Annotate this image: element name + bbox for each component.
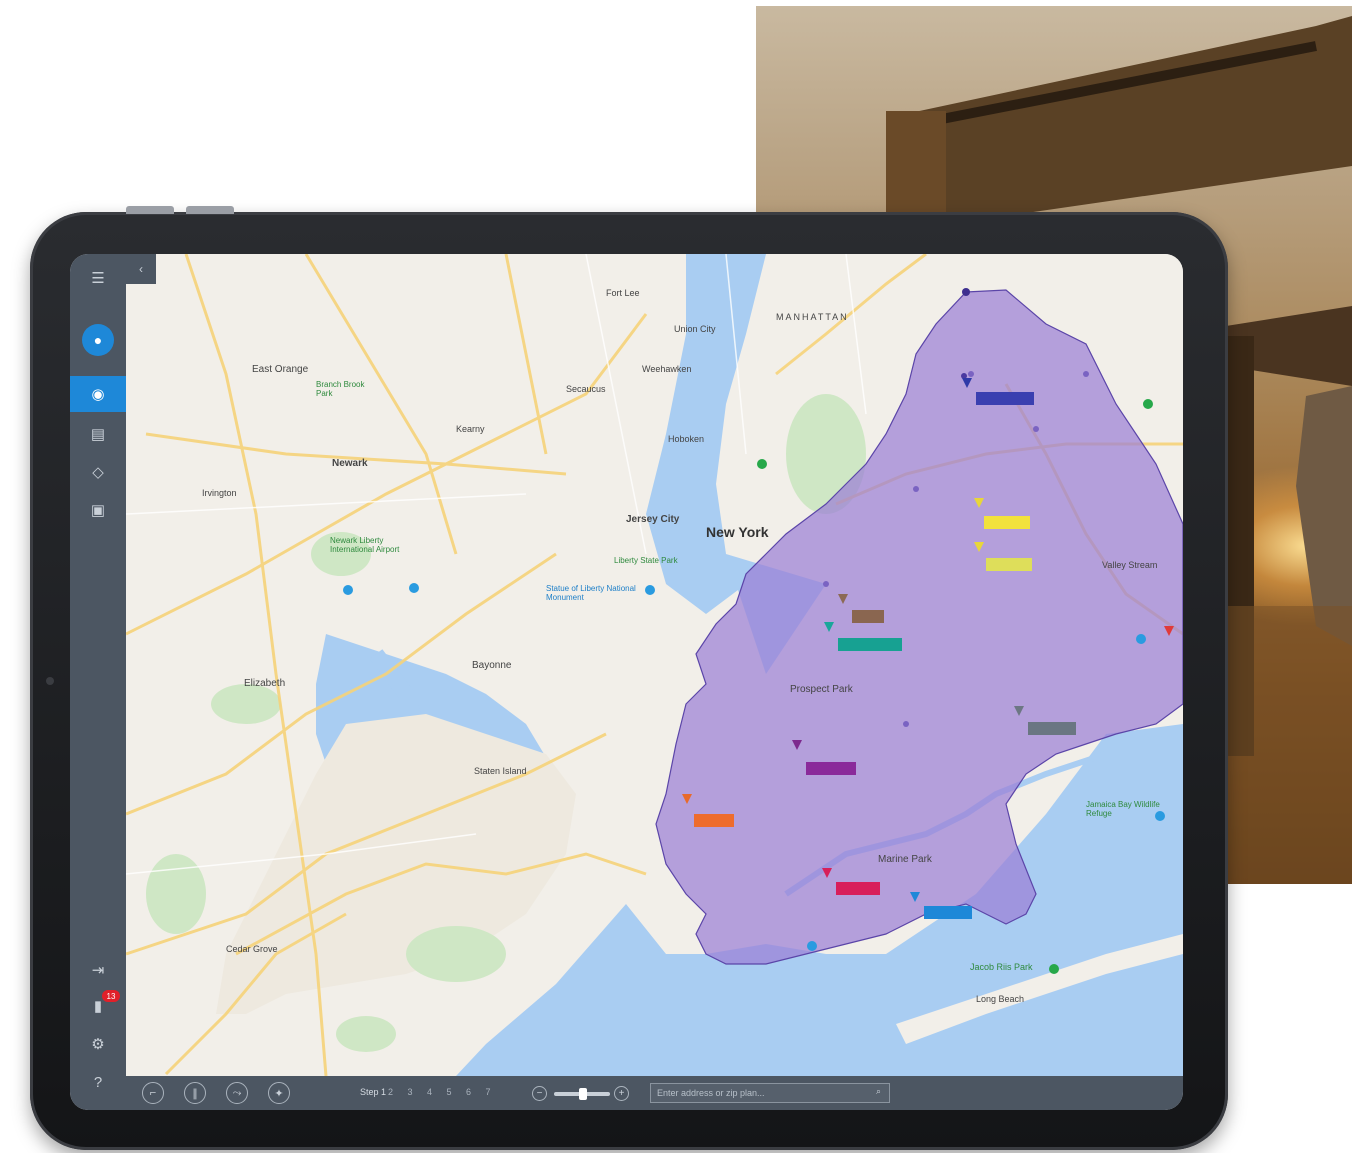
- zoom-in-button[interactable]: +: [614, 1086, 629, 1101]
- zone-tag[interactable]: [852, 610, 884, 623]
- zone-pin[interactable]: [974, 498, 984, 508]
- map-label: Elizabeth: [244, 678, 286, 689]
- bottom-toolbar: ⌐ ∥ ⤳ ✦ Step 1 2 3 4 5 6 7 − + Enter add…: [126, 1076, 1183, 1110]
- zone-pin[interactable]: [682, 794, 692, 804]
- lightbulb-icon[interactable]: ✦: [268, 1082, 290, 1104]
- zone-pin[interactable]: [1164, 626, 1174, 636]
- menu-icon[interactable]: ☰: [70, 260, 126, 296]
- zone-pin[interactable]: [822, 868, 832, 878]
- map-label: Hoboken: [668, 434, 705, 444]
- zone-tag[interactable]: [924, 906, 972, 919]
- zone-pin[interactable]: [910, 892, 920, 902]
- map-label: Staten Island: [474, 766, 527, 776]
- step-selector[interactable]: 2 3 4 5 6 7: [388, 1087, 497, 1097]
- notification-badge: 13: [102, 990, 120, 1002]
- zone-pin[interactable]: [974, 542, 984, 552]
- map-label: Branch Brook Park: [316, 380, 365, 398]
- zone-pin[interactable]: [962, 378, 972, 388]
- layers-icon: ◉: [91, 386, 105, 403]
- zone-tag[interactable]: [976, 392, 1034, 405]
- map-label: Cedar Grove: [226, 944, 278, 954]
- map-label: MANHATTAN: [776, 312, 849, 322]
- user-avatar[interactable]: ●: [82, 324, 114, 356]
- address-search-input[interactable]: Enter address or zip plan...: [650, 1083, 890, 1103]
- map-label: Bayonne: [472, 660, 512, 671]
- collapse-panel-button[interactable]: ‹: [126, 254, 156, 284]
- sidebar-item-team[interactable]: ▣: [70, 492, 126, 528]
- zone-pin[interactable]: [1014, 706, 1024, 716]
- zone-tag[interactable]: [984, 516, 1030, 529]
- map-label: Weehawken: [642, 364, 692, 374]
- map-label: Newark: [332, 458, 368, 469]
- map-label: Jamaica Bay Wildlife Refuge: [1086, 800, 1160, 818]
- sidebar-item-map[interactable]: ◉: [70, 376, 126, 412]
- share-icon[interactable]: ⤳: [226, 1082, 248, 1104]
- tablet-device: East Orange Newark Jersey City New York …: [30, 206, 1228, 1150]
- settings-icon[interactable]: ⚙: [70, 1026, 126, 1062]
- zone-tag[interactable]: [838, 638, 902, 651]
- map-label: Long Beach: [976, 994, 1025, 1004]
- team-icon: ▣: [90, 502, 106, 519]
- zone-tag[interactable]: [1028, 722, 1076, 735]
- map-label: Jacob Riis Park: [970, 962, 1033, 972]
- map-label-new-york: New York: [706, 524, 769, 540]
- zoom-out-button[interactable]: −: [532, 1086, 547, 1101]
- map-label: Marine Park: [878, 854, 932, 865]
- logout-icon[interactable]: ⇥: [70, 952, 126, 988]
- map-label: Secaucus: [566, 384, 606, 394]
- map-label: Newark Liberty International Airport: [330, 536, 400, 554]
- zone-pin[interactable]: [792, 740, 802, 750]
- app-screen: East Orange Newark Jersey City New York …: [70, 254, 1183, 1110]
- pause-icon[interactable]: ∥: [184, 1082, 206, 1104]
- map-label: Prospect Park: [790, 684, 853, 695]
- zone-pin[interactable]: [824, 622, 834, 632]
- volume-button: [186, 206, 234, 214]
- location-icon: ◇: [92, 464, 104, 481]
- map-label: Kearny: [456, 424, 485, 434]
- sidebar: ☰ ● ◉ ▤ ◇ ▣ ⇥ ▮ 13 ⚙ ?: [70, 254, 126, 1110]
- search-icon[interactable]: ⌕: [876, 1086, 881, 1097]
- map-label: Fort Lee: [606, 288, 640, 298]
- camera: [46, 677, 54, 685]
- draw-tool-icon[interactable]: ⌐: [142, 1082, 164, 1104]
- map-label: Irvington: [202, 488, 237, 498]
- map-canvas[interactable]: East Orange Newark Jersey City New York …: [126, 254, 1183, 1076]
- volume-button: [126, 206, 174, 214]
- step-label: Step 1: [360, 1087, 387, 1097]
- map-label: Jersey City: [626, 514, 680, 525]
- sidebar-item-location[interactable]: ◇: [70, 454, 126, 490]
- zone-tag[interactable]: [836, 882, 880, 895]
- zone-pin[interactable]: [838, 594, 848, 604]
- map-label: Statue of Liberty National Monument: [546, 584, 636, 602]
- help-icon[interactable]: ?: [70, 1064, 126, 1100]
- zone-tag[interactable]: [694, 814, 734, 827]
- map-graphics: [126, 254, 1183, 1076]
- map-label: Union City: [674, 324, 716, 334]
- zone-tag[interactable]: [986, 558, 1032, 571]
- map-label: Liberty State Park: [614, 556, 678, 565]
- map-label: East Orange: [252, 364, 309, 375]
- zoom-slider-handle[interactable]: [579, 1088, 587, 1100]
- zone-tag[interactable]: [806, 762, 856, 775]
- map-label: Valley Stream: [1102, 560, 1158, 570]
- document-icon: ▤: [90, 426, 106, 443]
- sidebar-item-documents[interactable]: ▤: [70, 416, 126, 452]
